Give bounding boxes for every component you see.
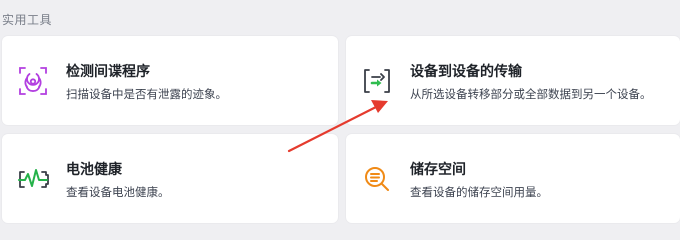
card-device-transfer[interactable]: 设备到设备的传输 从所选设备转移部分或全部数据到另一个设备。	[346, 36, 680, 125]
card-storage-space[interactable]: 储存空间 查看设备的储存空间用量。	[346, 134, 680, 223]
card-spyware-detection[interactable]: 检测间谍程序 扫描设备中是否有泄露的迹象。	[2, 36, 338, 125]
card-title: 设备到设备的传输	[410, 64, 522, 80]
card-title: 电池健康	[66, 162, 122, 178]
transfer-icon	[360, 64, 394, 98]
storage-search-icon	[360, 162, 394, 196]
biohazard-icon	[16, 64, 50, 98]
card-description: 从所选设备转移部分或全部数据到另一个设备。	[410, 87, 652, 101]
card-description: 查看设备的储存空间用量。	[410, 185, 548, 199]
battery-health-icon	[16, 162, 50, 196]
utilities-page: 实用工具 检测间谍程序 扫描设备中是否有泄露的迹象。 设备到设备的传输 从所选设…	[0, 0, 680, 238]
card-title: 检测间谍程序	[66, 64, 150, 80]
card-description: 查看设备电池健康。	[66, 185, 170, 199]
section-title: 实用工具	[2, 13, 53, 27]
card-title: 储存空间	[410, 162, 466, 178]
card-description: 扫描设备中是否有泄露的迹象。	[66, 87, 227, 101]
card-battery-health[interactable]: 电池健康 查看设备电池健康。	[2, 134, 338, 223]
